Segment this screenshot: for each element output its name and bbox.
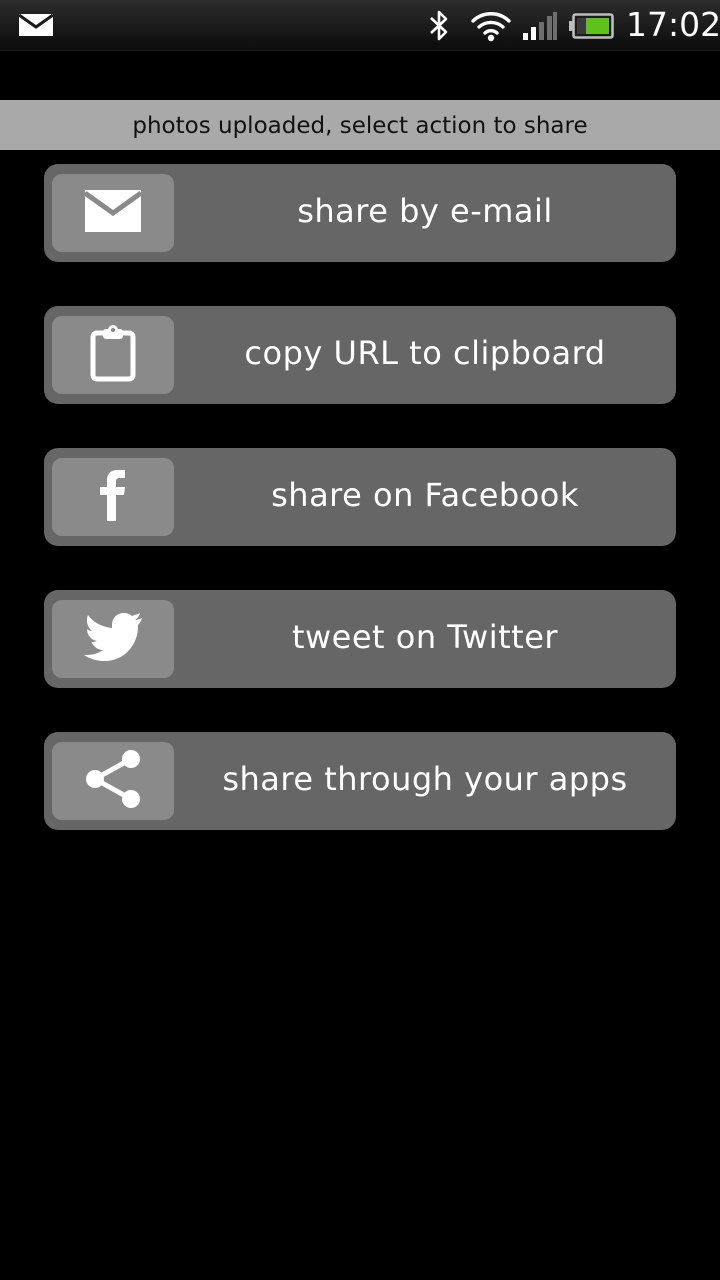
clipboard-icon-box [52,316,174,394]
clock: 17:02 [626,5,720,44]
mail-icon [83,189,143,237]
share-by-email-label: share by e-mail [297,192,553,230]
twitter-icon-box [52,600,174,678]
clipboard-icon [88,324,138,386]
battery-icon [569,13,615,43]
copy-url-label: copy URL to clipboard [244,334,606,372]
share-by-email-button[interactable]: share by e-mail [44,164,676,262]
share-apps-label: share through your apps [222,760,628,798]
share-facebook-button[interactable]: share on Facebook [44,448,676,546]
share-facebook-label: share on Facebook [271,476,579,514]
signal-icon [522,12,558,44]
facebook-icon [98,469,128,525]
copy-url-button[interactable]: copy URL to clipboard [44,306,676,404]
tweet-twitter-label: tweet on Twitter [291,618,559,656]
share-apps-button[interactable]: share through your apps [44,732,676,830]
twitter-icon [83,612,143,666]
email-icon-box [52,174,174,252]
facebook-icon-box [52,458,174,536]
share-icon-box [52,742,174,820]
wifi-icon [470,10,512,46]
upload-status-banner: photos uploaded, select action to share [0,100,720,150]
status-bar: 17:02 [0,0,720,51]
tweet-twitter-button[interactable]: tweet on Twitter [44,590,676,688]
share-icon [83,749,143,813]
bluetooth-icon [426,9,452,47]
mail-notification-icon [18,13,54,41]
